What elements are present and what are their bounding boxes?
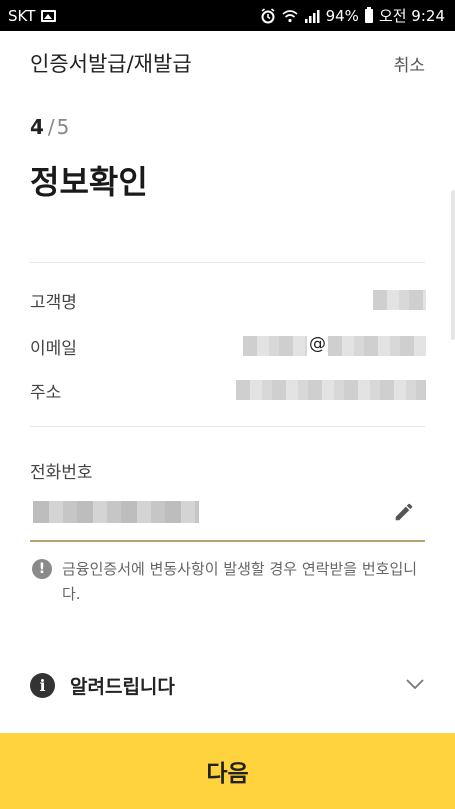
scroll-edge-indicator [451, 190, 455, 340]
cancel-button[interactable]: 취소 [394, 51, 425, 76]
email-local-masked [243, 336, 307, 356]
wifi-icon [282, 9, 298, 22]
gallery-notification-icon [41, 9, 57, 22]
step-indicator: 4/5 [30, 115, 69, 139]
phone-label: 전화번호 [30, 463, 93, 483]
divider [30, 426, 425, 427]
email-at-sign: @ [309, 334, 326, 354]
phone-notice: ! 금융인증서에 변동사항이 발생할 경우 연락받을 번호입니다. [30, 557, 425, 607]
step-separator: / [47, 115, 55, 139]
address-label: 주소 [30, 383, 62, 403]
email-domain-masked [328, 336, 426, 356]
chevron-down-icon[interactable] [405, 674, 425, 694]
clock: 오전 9:24 [378, 7, 445, 25]
customer-name-value-masked [373, 290, 426, 310]
notice-text: 금융인증서에 변동사항이 발생할 경우 연락받을 번호입니다. [62, 560, 418, 603]
customer-name-label: 고객명 [30, 293, 77, 313]
carrier-label: SKT [8, 6, 36, 25]
notice-accordion[interactable]: i 알려드립니다 [30, 670, 425, 702]
email-label: 이메일 [30, 339, 77, 359]
step-current: 4 [30, 115, 44, 139]
info-icon: i [30, 673, 55, 698]
battery-percent: 94% [325, 6, 359, 25]
phone-value-masked [33, 501, 199, 523]
alarm-icon [261, 7, 275, 23]
app-header: 인증서발급/재발급 취소 [0, 31, 455, 91]
battery-icon [364, 6, 373, 23]
page-title: 인증서발급/재발급 [30, 52, 192, 76]
section-title: 정보확인 [30, 163, 148, 201]
edit-pencil-icon[interactable] [393, 501, 415, 523]
phone-input[interactable] [30, 493, 425, 542]
signal-icon [304, 9, 320, 23]
notice-accordion-label: 알려드립니다 [70, 676, 175, 698]
status-bar: SKT 94% 오전 9:24 [0, 0, 455, 31]
next-button[interactable]: 다음 [0, 733, 455, 809]
exclamation-icon: ! [32, 559, 52, 579]
step-total: 5 [56, 115, 70, 139]
address-value-masked [236, 380, 426, 400]
divider [30, 262, 425, 263]
